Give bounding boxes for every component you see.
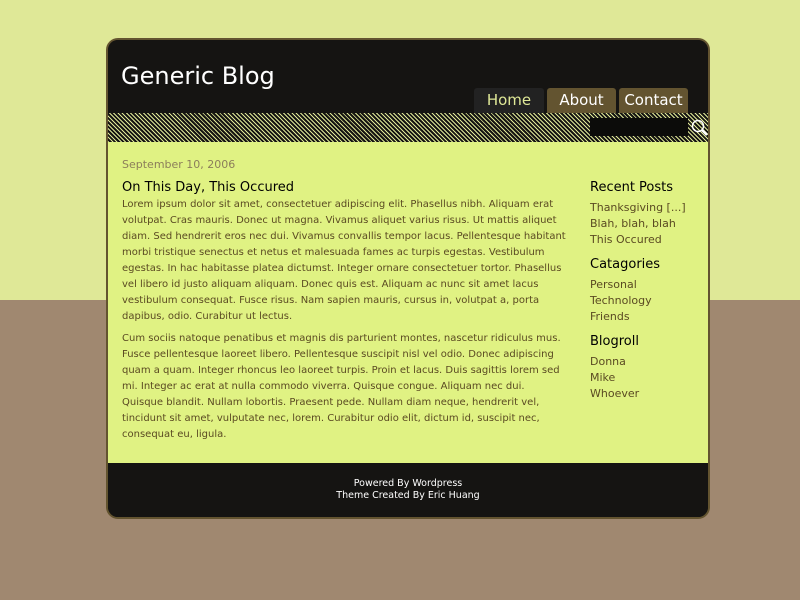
sidebar-link[interactable]: This Occured — [590, 232, 700, 248]
site-title[interactable]: Generic Blog — [121, 62, 275, 90]
nav-tab-about[interactable]: About — [547, 88, 616, 113]
footer-theme-credit: Theme Created By Eric Huang — [336, 490, 480, 501]
content-area: September 10, 2006 On This Day, This Occ… — [108, 142, 708, 463]
sidebar-link[interactable]: Technology — [590, 293, 700, 309]
sidebar-recent-posts: Recent Posts Thanksgiving [...] Blah, bl… — [590, 180, 700, 248]
header: Generic Blog Home About Contact — [108, 40, 708, 113]
post-paragraph: Cum sociis natoque penatibus et magnis d… — [122, 333, 561, 440]
blog-container: Generic Blog Home About Contact Septembe… — [106, 38, 710, 519]
sidebar-heading: Blogroll — [590, 334, 639, 349]
sidebar-link[interactable]: Mike — [590, 370, 700, 386]
post-paragraph: Lorem ipsum dolor sit amet, consectetuer… — [122, 199, 566, 322]
sidebar-link[interactable]: Thanksgiving [...] — [590, 200, 700, 216]
nav-tab-home[interactable]: Home — [474, 88, 544, 113]
sidebar-categories: Catagories Personal Technology Friends — [590, 257, 700, 325]
sidebar-blogroll: Blogroll Donna Mike Whoever — [590, 334, 700, 402]
footer-powered-by: Powered By Wordpress — [353, 478, 463, 489]
sidebar-link[interactable]: Whoever — [590, 386, 700, 402]
post-title[interactable]: On This Day, This Occured — [122, 180, 567, 195]
sidebar-link[interactable]: Blah, blah, blah — [590, 216, 700, 232]
sidebar: Recent Posts Thanksgiving [...] Blah, bl… — [590, 180, 700, 411]
search-icon[interactable] — [690, 118, 710, 138]
sidebar-heading: Recent Posts — [590, 180, 674, 195]
sidebar-link[interactable]: Donna — [590, 354, 700, 370]
sidebar-link[interactable]: Personal — [590, 277, 700, 293]
post: On This Day, This Occured Lorem ipsum do… — [122, 180, 567, 449]
search-bar — [108, 113, 708, 142]
nav-tab-contact[interactable]: Contact — [619, 88, 688, 113]
sidebar-link[interactable]: Friends — [590, 309, 700, 325]
footer: Powered By Wordpress Theme Created By Er… — [108, 463, 708, 517]
sidebar-heading: Catagories — [590, 257, 661, 272]
post-date: September 10, 2006 — [122, 158, 236, 171]
search-input[interactable] — [590, 118, 688, 136]
